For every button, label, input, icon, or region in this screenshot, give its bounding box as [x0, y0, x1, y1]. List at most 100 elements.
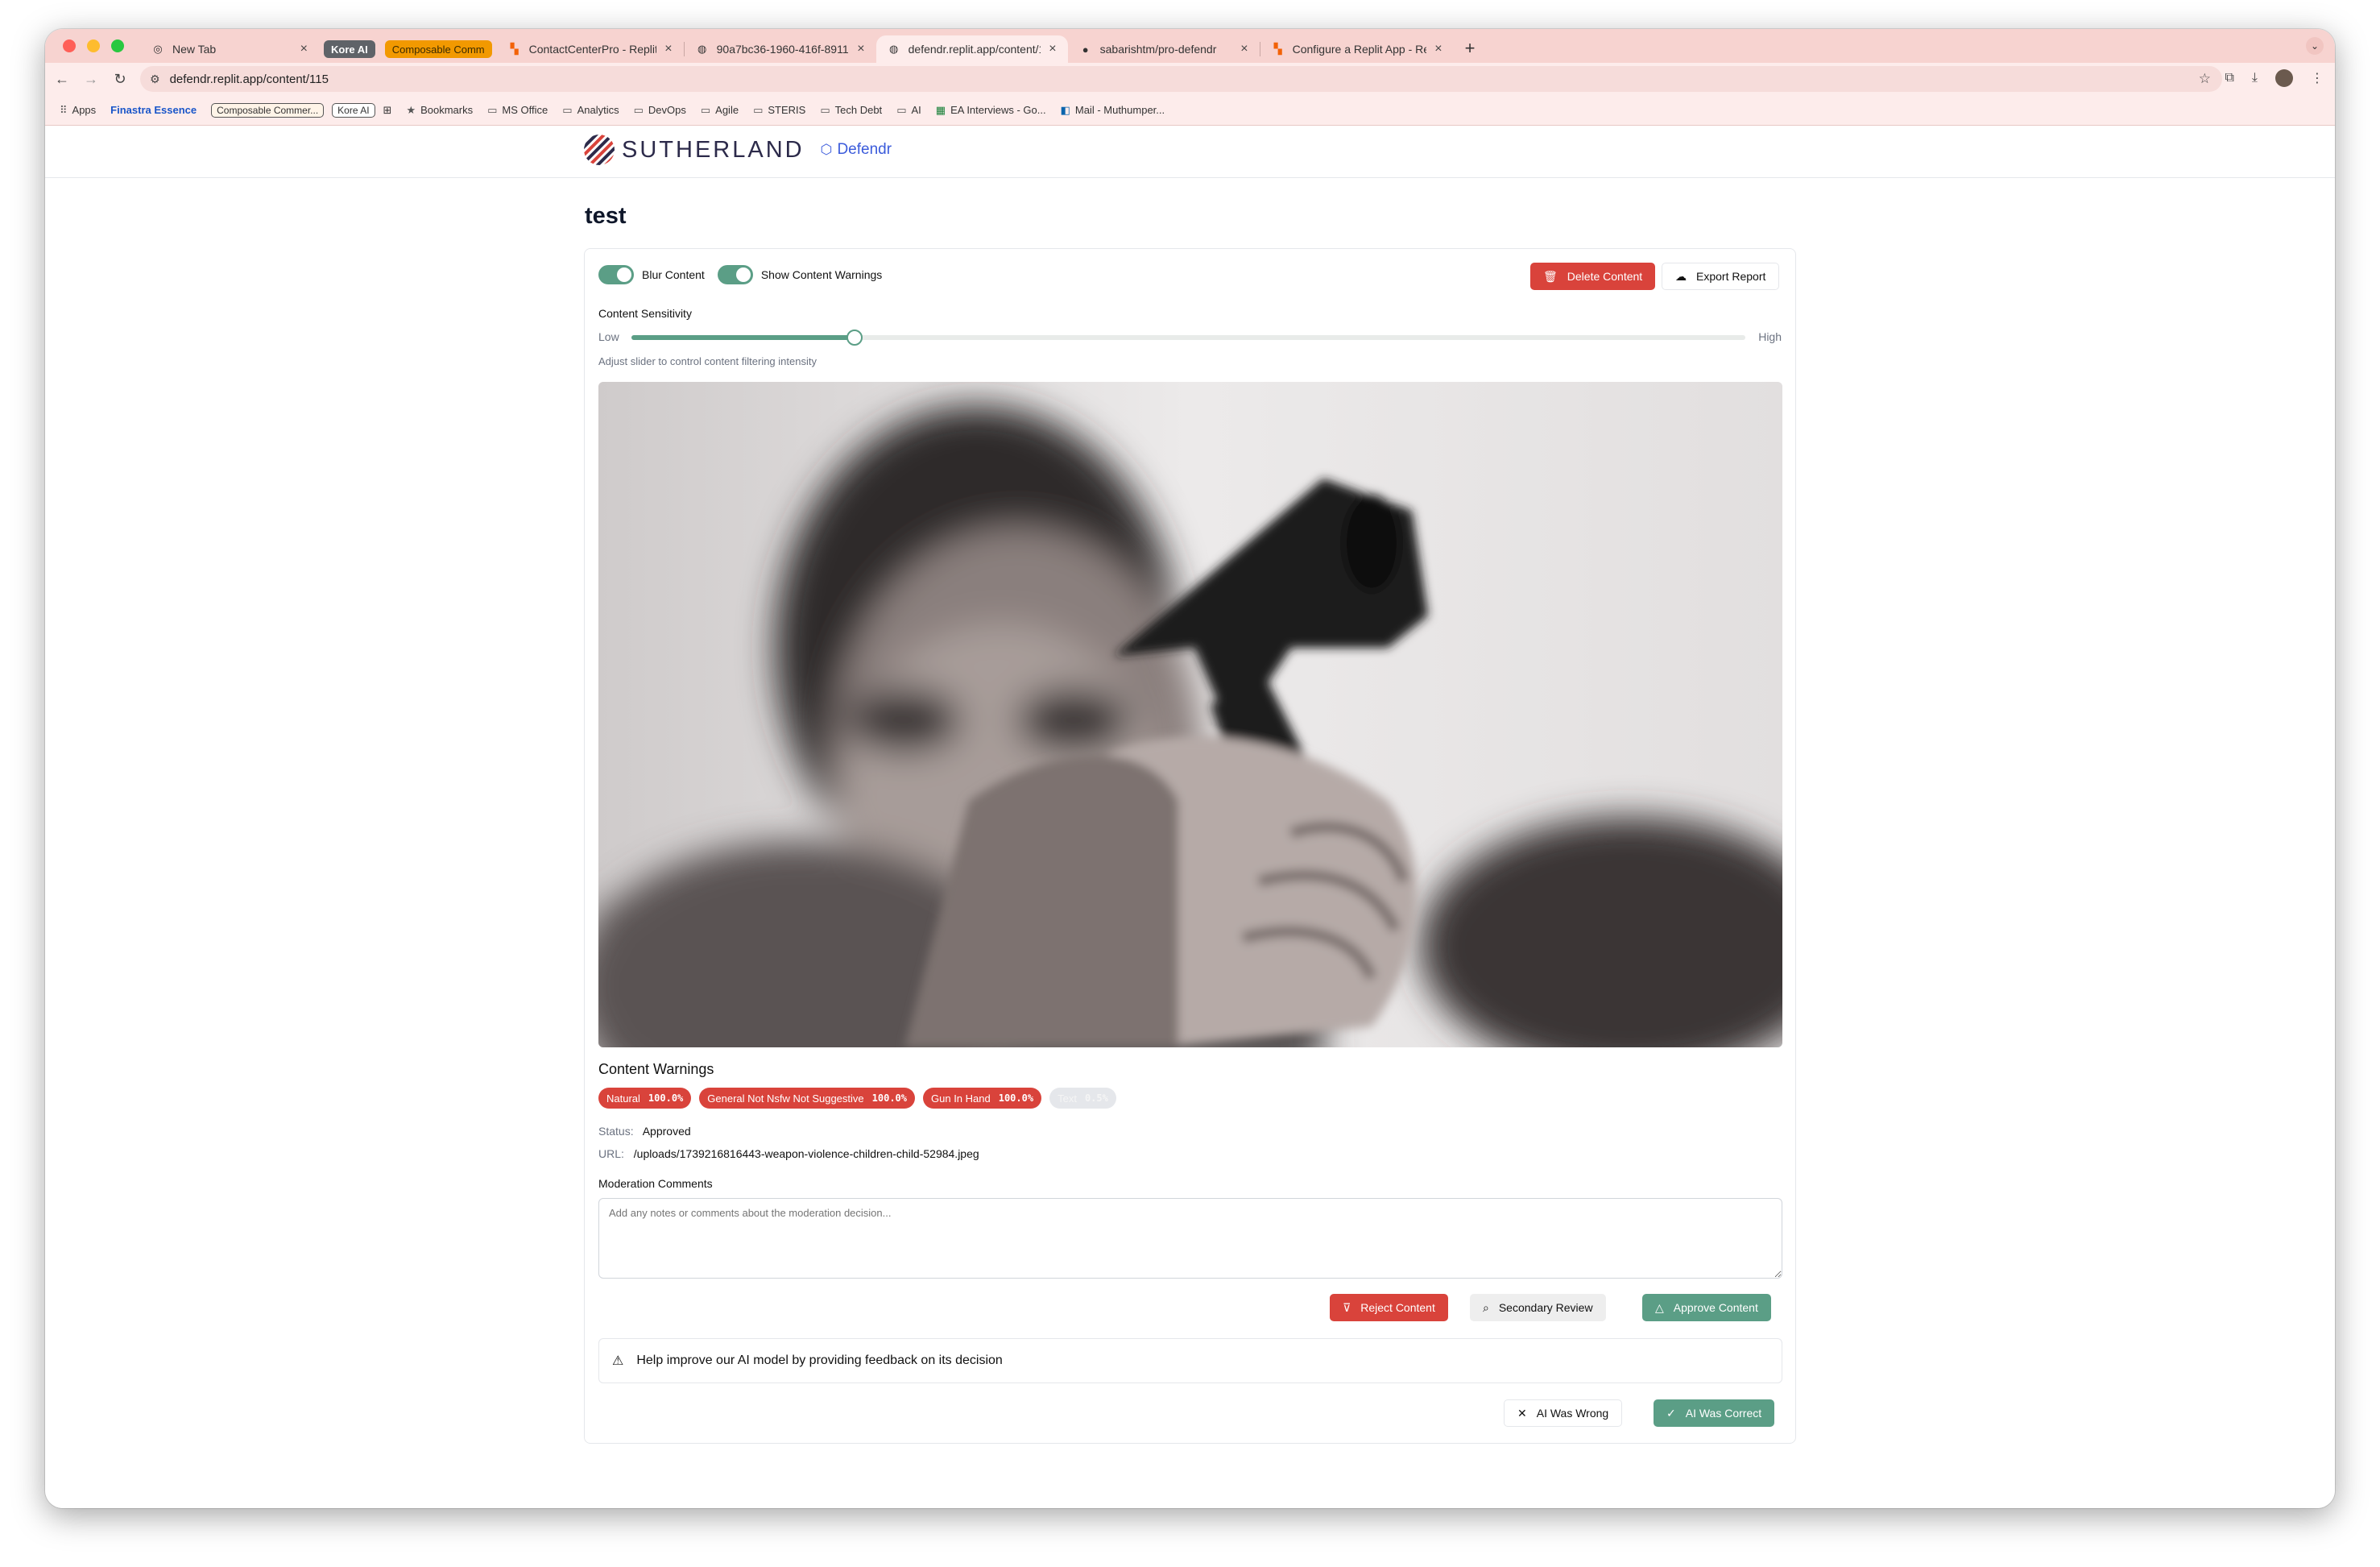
toggle-row: Blur Content Show Content Warnings [598, 265, 895, 284]
slider-thumb[interactable] [846, 330, 863, 346]
ai-was-wrong-button[interactable]: ✕ AI Was Wrong [1504, 1399, 1623, 1427]
sheets-icon: ▦ [935, 103, 946, 116]
tab-search-icon[interactable]: ⌄ [2306, 37, 2324, 55]
folder-icon: ▭ [753, 103, 764, 116]
content-image [598, 382, 1782, 1047]
browser-toolbar: ← → ↻ ⚙ defendr.replit.app/content/115 ☆… [45, 63, 2335, 95]
moderation-comments-label: Moderation Comments [598, 1177, 713, 1190]
bookmark-ms-office[interactable]: ▭ MS Office [487, 104, 548, 117]
page-content: SUTHERLAND ⬡ Defendr test Blur Content S… [45, 126, 2335, 1508]
site-header: SUTHERLAND ⬡ Defendr [45, 126, 2335, 178]
bookmark-star-icon[interactable]: ☆ [2199, 71, 2211, 87]
bookmark-kore-ai[interactable]: Kore AI [332, 102, 375, 118]
toggle-knob [735, 267, 751, 282]
blur-content-label: Blur Content [642, 268, 705, 281]
bookmark-agile[interactable]: ▭ Agile [701, 104, 739, 117]
close-icon[interactable]: × [1049, 42, 1056, 56]
export-report-button[interactable]: ☁ Export Report [1662, 263, 1780, 290]
browser-window: ◎ New Tab × Kore AI Composable Comm ▚ Co… [45, 29, 2335, 1508]
status-value: Approved [642, 1125, 691, 1138]
bookmark-steris[interactable]: ▭ STERIS [753, 104, 805, 117]
blur-content-toggle[interactable] [598, 265, 634, 284]
approve-content-button[interactable]: △ Approve Content [1642, 1294, 1771, 1321]
reject-content-button[interactable]: ⊽ Reject Content [1330, 1294, 1448, 1321]
content-warning-badges: Natural 100.0% General Not Nsfw Not Sugg… [598, 1088, 1116, 1109]
profile-avatar[interactable] [2275, 69, 2293, 87]
tab-group-kore-ai[interactable]: Kore AI [324, 40, 375, 58]
brand-logo[interactable]: SUTHERLAND ⬡ Defendr [583, 134, 892, 166]
close-icon[interactable]: × [857, 42, 864, 56]
replit-icon: ▚ [1273, 43, 1282, 55]
tab-contactcenterpro[interactable]: ▚ ContactCenterPro - Replit × [497, 35, 684, 63]
warning-badge-gun-in-hand: Gun In Hand 100.0% [923, 1088, 1042, 1109]
bookmark-composable[interactable]: Composable Commer... [211, 102, 325, 118]
secondary-review-button[interactable]: ⌕ Secondary Review [1470, 1294, 1606, 1321]
slider-fill [631, 335, 855, 340]
toggle-knob [617, 267, 631, 282]
close-icon[interactable]: × [300, 42, 308, 56]
tab-defendr-active[interactable]: ◍ defendr.replit.app/content/115 × [875, 35, 1068, 63]
bookmark-analytics[interactable]: ▭ Analytics [562, 104, 619, 117]
site-info-icon[interactable]: ⚙ [150, 73, 160, 86]
star-icon: ★ [406, 103, 416, 116]
folder-icon: ▭ [820, 103, 830, 116]
moderation-comments-input[interactable] [598, 1198, 1782, 1279]
bookmark-tech-debt[interactable]: ▭ Tech Debt [820, 104, 882, 117]
tab-uuid[interactable]: ◍ 90a7bc36-1960-416f-8911-c × [685, 35, 876, 63]
search-icon: ⌕ [1483, 1300, 1489, 1314]
bookmark-mail[interactable]: ◧ Mail - Muthumper... [1061, 104, 1165, 117]
close-icon[interactable]: × [664, 42, 672, 56]
blurred-content-image [598, 382, 1782, 1047]
address-url[interactable]: defendr.replit.app/content/115 [170, 73, 329, 86]
bookmark-grid-icon[interactable]: ⊞ [383, 104, 392, 117]
page-title: test [585, 203, 627, 229]
tab-group-composable[interactable]: Composable Comm [384, 40, 492, 58]
tab-configure-replit[interactable]: ▚ Configure a Replit App - Repl × [1260, 35, 1454, 63]
folder-icon: ▭ [562, 103, 573, 116]
extensions-icon[interactable]: ⧉ [2225, 71, 2233, 85]
warning-badge-text: Text 0.5% [1049, 1088, 1116, 1109]
github-icon: ● [1082, 43, 1089, 56]
delete-content-button[interactable]: 🗑 Delete Content [1530, 263, 1656, 290]
alert-triangle-icon: ⚠ [612, 1354, 624, 1368]
show-warnings-label: Show Content Warnings [760, 268, 883, 281]
check-icon: ✓ [1666, 1406, 1676, 1420]
thumbs-up-icon: △ [1655, 1300, 1664, 1314]
minimize-window-button[interactable] [87, 39, 100, 52]
more-menu-icon[interactable]: ⋮ [2311, 70, 2324, 86]
close-icon[interactable]: × [1434, 42, 1442, 56]
bookmark-ea-interviews[interactable]: ▦ EA Interviews - Go... [936, 104, 1046, 117]
warning-badge-natural: Natural 100.0% [598, 1088, 692, 1109]
product-name: ⬡ Defendr [821, 141, 892, 159]
slider-help-text: Adjust slider to control content filteri… [598, 355, 817, 367]
ai-was-correct-button[interactable]: ✓ AI Was Correct [1654, 1399, 1775, 1427]
slider-high-label: High [1758, 330, 1782, 343]
show-warnings-toggle[interactable] [717, 265, 753, 284]
brand-name: SUTHERLAND [622, 136, 805, 163]
back-arrow-icon[interactable]: ← [50, 71, 74, 88]
toolbar-actions: ⧉ ⤓ ⋮ [2225, 69, 2324, 87]
close-icon[interactable]: × [1240, 42, 1248, 56]
maximize-window-button[interactable] [111, 39, 124, 52]
forward-arrow-icon[interactable]: → [79, 71, 103, 88]
new-tab-button[interactable]: + [1465, 38, 1476, 59]
content-card: Blur Content Show Content Warnings 🗑 Del… [584, 248, 1796, 1444]
status-row: Status: Approved [598, 1125, 691, 1138]
bookmark-ai[interactable]: ▭ AI [896, 104, 921, 117]
folder-icon: ▭ [700, 103, 711, 116]
reload-icon[interactable]: ↻ [108, 71, 132, 88]
globe-icon: ◍ [697, 43, 707, 55]
bookmark-bookmarks[interactable]: ★ Bookmarks [406, 104, 473, 117]
close-window-button[interactable] [63, 39, 76, 52]
tab-github[interactable]: ● sabarishtm/pro-defendr × [1068, 35, 1260, 63]
sensitivity-slider[interactable] [631, 330, 1745, 346]
tab-new-tab[interactable]: ◎ New Tab × [140, 35, 319, 63]
folder-icon: ▭ [896, 103, 907, 116]
bookmark-devops[interactable]: ▭ DevOps [634, 104, 686, 117]
download-icon[interactable]: ⤓ [2252, 71, 2258, 85]
content-warnings-title: Content Warnings [598, 1061, 714, 1077]
bookmark-apps[interactable]: ⠿ Apps [60, 104, 96, 117]
bookmark-finastra[interactable]: Finastra Essence [110, 104, 197, 116]
bookmarks-bar: ⠿ Apps Finastra Essence Composable Commer… [45, 95, 2335, 126]
address-bar[interactable]: ⚙ defendr.replit.app/content/115 ☆ [140, 66, 2222, 92]
